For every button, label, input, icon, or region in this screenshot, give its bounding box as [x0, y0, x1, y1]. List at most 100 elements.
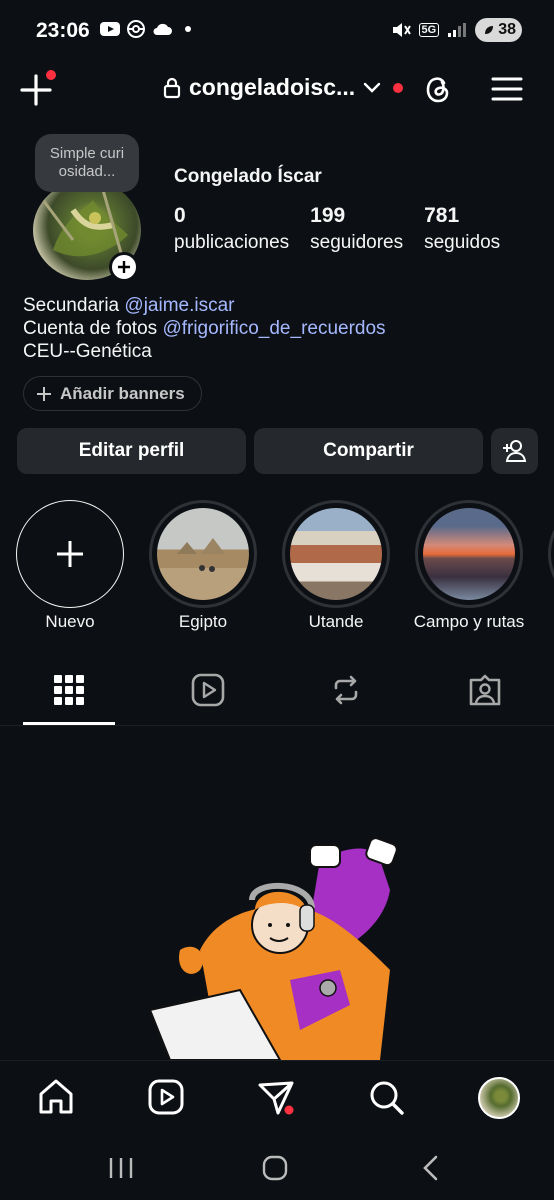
notification-icons	[100, 20, 198, 38]
add-banners-label: Añadir banners	[60, 383, 185, 403]
reels-icon	[148, 1079, 184, 1115]
highlight-ring	[548, 500, 554, 608]
empty-state-illustration	[140, 830, 420, 1061]
status-time: 23:06	[36, 19, 90, 42]
highlight-egipto[interactable]: Egipto	[143, 500, 263, 632]
stat-posts[interactable]: 0 publicaciones	[174, 204, 289, 254]
bio-line: CEU--Genética	[23, 341, 152, 362]
send-icon	[258, 1081, 294, 1115]
signal-icon	[447, 21, 467, 39]
highlight-cover	[157, 508, 249, 600]
lock-icon	[163, 77, 181, 98]
header-username: congeladoisc...	[189, 74, 356, 100]
create-notification-dot	[46, 70, 56, 80]
highlight-label: Nuevo	[45, 612, 95, 631]
bottom-navigation	[0, 1060, 554, 1134]
stat-label: publicaciones	[174, 232, 290, 253]
repost-icon	[334, 675, 358, 705]
plus-icon	[118, 261, 130, 273]
system-indicators: 5G 38	[391, 18, 522, 42]
highlight-label: Campo y rutas	[413, 612, 525, 631]
plus-icon	[57, 541, 83, 567]
bio-mention-link[interactable]: @jaime.iscar	[124, 295, 234, 316]
stat-value: 0	[174, 204, 186, 227]
reels-icon	[191, 673, 225, 707]
profile-stats: 0 publicaciones 199 seguidores 781 segui…	[174, 204, 521, 254]
stat-label: seguidos	[424, 232, 501, 253]
battery-saver-icon	[485, 26, 494, 34]
more-dot-icon	[178, 20, 198, 38]
display-name: Congelado Íscar	[174, 166, 322, 187]
tab-reposts[interactable]	[328, 672, 364, 708]
highlight-utande[interactable]: Utande	[276, 500, 396, 632]
tab-grid[interactable]	[51, 672, 87, 708]
highlight-new[interactable]: Nuevo	[10, 500, 130, 632]
bio-line: Cuenta de fotos @frigorifico_de_recuerdo…	[23, 317, 386, 340]
system-navigation-bar	[0, 1134, 554, 1200]
back-button[interactable]	[416, 1154, 446, 1182]
story-highlights: Nuevo Egipto Utande Campo y rutas Cu	[0, 500, 554, 640]
note-text: Simple curi osidad...	[49, 145, 125, 180]
recent-apps-button[interactable]	[106, 1154, 136, 1182]
nav-home[interactable]	[36, 1077, 76, 1117]
pokeball-icon	[126, 20, 146, 38]
youtube-icon	[100, 20, 120, 38]
plus-icon	[37, 386, 51, 401]
home-button[interactable]	[260, 1154, 290, 1182]
tab-reels[interactable]	[190, 672, 226, 708]
content-tabs	[0, 660, 554, 726]
highlight-cover	[290, 508, 382, 600]
active-tab-indicator	[23, 722, 115, 725]
highlight-campo-y-rutas[interactable]: Campo y rutas	[409, 500, 529, 632]
add-story-button[interactable]	[109, 252, 139, 282]
note-bubble[interactable]: Simple curi osidad...	[35, 134, 139, 192]
profile-avatar[interactable]	[33, 180, 141, 288]
tagged-user-icon	[469, 674, 501, 706]
bio-line: Secundaria @jaime.iscar	[23, 294, 386, 317]
home-outline-icon	[262, 1155, 288, 1181]
grid-icon	[54, 675, 84, 705]
home-icon	[39, 1079, 73, 1114]
search-icon	[370, 1081, 404, 1115]
highlight-ring	[415, 500, 523, 608]
tab-tagged[interactable]	[467, 672, 503, 708]
highlight-label: Egipto	[178, 612, 228, 631]
mute-icon	[391, 21, 411, 39]
nav-profile[interactable]	[478, 1077, 520, 1119]
bio-text: Secundaria	[23, 295, 125, 316]
account-notification-dot	[393, 82, 404, 93]
highlight-cover	[423, 508, 515, 600]
highlight-new-circle	[16, 500, 124, 608]
highlight-ring	[149, 500, 257, 608]
stat-label: seguidores	[310, 232, 404, 253]
menu-button[interactable]	[490, 72, 524, 106]
threads-button[interactable]	[420, 72, 454, 106]
discover-people-button[interactable]	[491, 428, 538, 474]
bio-text: Cuenta de fotos	[23, 318, 163, 339]
profile-avatar-icon	[478, 1077, 520, 1119]
bio-mention-link[interactable]: @frigorifico_de_recuerdos	[162, 318, 385, 339]
recents-icon	[109, 1158, 133, 1178]
nav-search[interactable]	[366, 1077, 406, 1117]
add-banners-button[interactable]: Añadir banners	[23, 376, 202, 411]
hamburger-menu-icon	[491, 77, 523, 101]
stat-following[interactable]: 781 seguidos	[424, 204, 500, 254]
highlight-label: Utande	[308, 612, 364, 631]
highlight-partial[interactable]: Cu	[542, 500, 554, 632]
edit-profile-button[interactable]: Editar perfil	[17, 428, 246, 474]
nav-direct-messages[interactable]	[256, 1077, 296, 1117]
stat-value: 199	[310, 204, 346, 227]
nav-reels[interactable]	[146, 1077, 186, 1117]
stat-followers[interactable]: 199 seguidores	[310, 204, 403, 254]
profile-bio: Secundaria @jaime.iscar Cuenta de fotos …	[23, 294, 386, 363]
highlight-label: Cu	[542, 612, 554, 632]
profile-top-bar: congeladoisc...	[0, 62, 554, 118]
share-profile-button[interactable]: Compartir	[254, 428, 483, 474]
create-button[interactable]	[18, 70, 56, 108]
back-icon	[423, 1155, 438, 1181]
stat-value: 781	[424, 204, 460, 227]
account-switcher[interactable]: congeladoisc...	[163, 74, 404, 101]
profile-actions: Editar perfil Compartir	[17, 428, 538, 474]
cloud-icon	[152, 20, 172, 38]
battery-level: 38	[498, 21, 516, 38]
